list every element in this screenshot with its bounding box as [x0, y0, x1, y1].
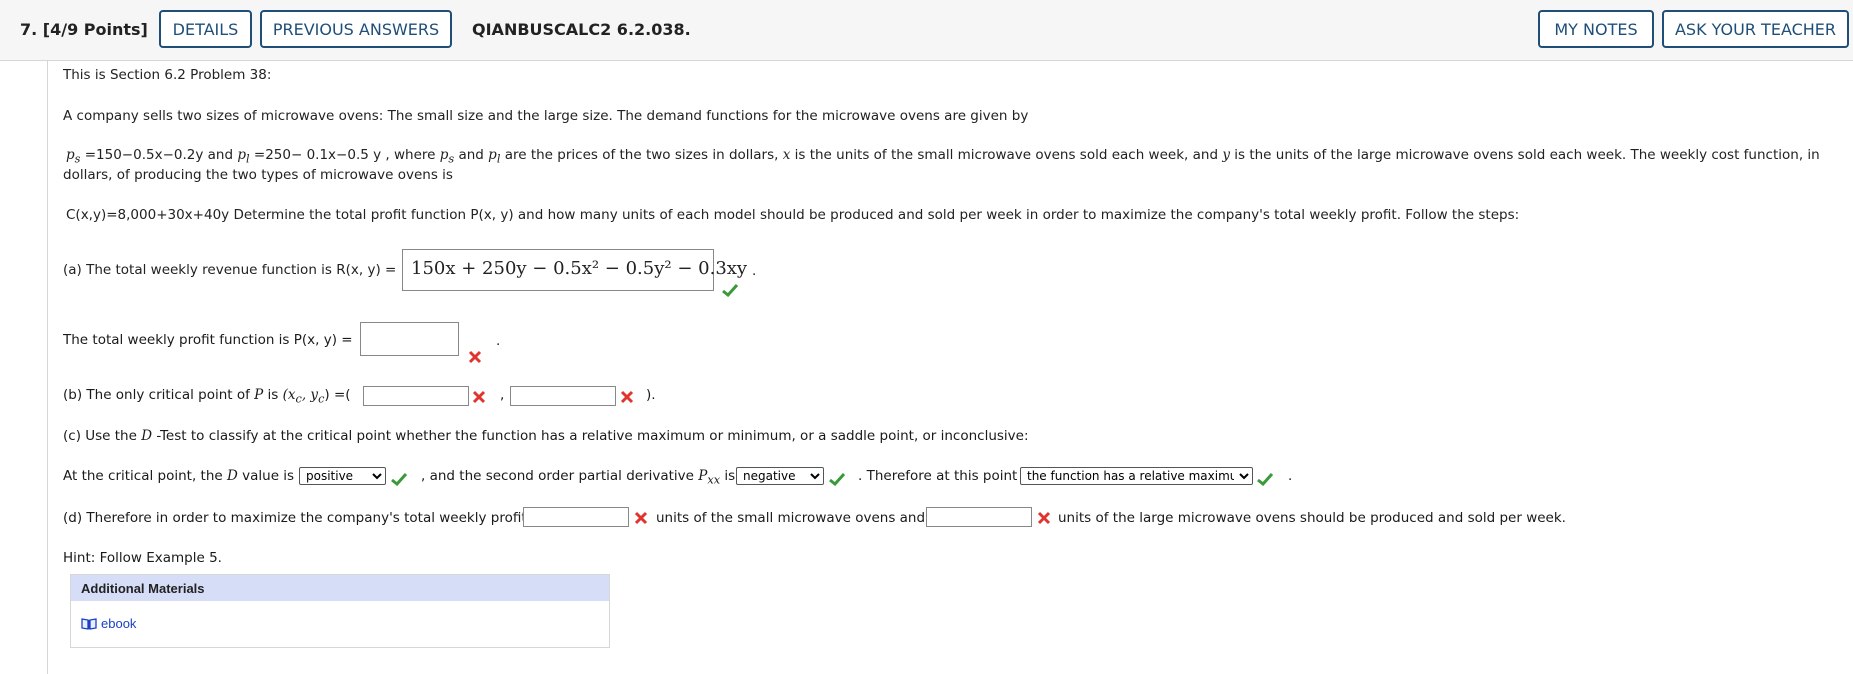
- part-a-after: .: [752, 263, 757, 279]
- prompt-text: A company sells two sizes of microwave o…: [63, 108, 1029, 124]
- correct-check-icon: [1257, 472, 1273, 486]
- part-c-d: D: [141, 428, 153, 444]
- tail3: is the units of the large microwave oven…: [1229, 147, 1820, 163]
- pl-symbol: p: [237, 147, 246, 163]
- question-header: 7. [4/9 Points] DETAILS PREVIOUS ANSWERS…: [0, 0, 1853, 61]
- part-a-label: (a) The total weekly revenue function is…: [63, 262, 396, 278]
- d-value-select[interactable]: positive: [299, 467, 386, 485]
- intro-text: This is Section 6.2 Problem 38:: [63, 67, 272, 83]
- additional-materials-title: Additional Materials: [71, 575, 609, 601]
- part-c-at: At the critical point, the D value is: [63, 468, 294, 484]
- cost-rest: and how many units of each model should …: [513, 207, 1520, 223]
- where-and: and: [454, 147, 489, 163]
- part-d-end: units of the large microwave ovens shoul…: [1058, 510, 1566, 526]
- profit-after: .: [496, 333, 501, 349]
- profit-eq: =: [337, 332, 353, 348]
- part-a-label-text: (a) The total weekly revenue function is: [63, 262, 337, 278]
- value-is: value is: [237, 468, 295, 484]
- part-b-eq: =(: [329, 387, 351, 403]
- part-b-text: (b) The only critical point of: [63, 387, 255, 403]
- profit-answer-input[interactable]: [360, 322, 459, 356]
- revenue-answer-display[interactable]: 150x + 250y − 0.5x² − 0.5y² − 0.3xy: [402, 249, 747, 291]
- part-b-label: (b) The only critical point of P is (xc,…: [63, 387, 351, 406]
- question-number-text: 7.: [20, 20, 38, 39]
- tail2: is the units of the small microwave oven…: [790, 147, 1223, 163]
- cost-expr: C(x,y)=8,000+30x+40y: [66, 207, 230, 223]
- y-var: y: [1222, 147, 1230, 163]
- question-number: 7. [4/9 Points]: [20, 20, 148, 39]
- where-pl: p: [488, 147, 497, 163]
- at-d: D: [227, 468, 238, 484]
- critical-y-input[interactable]: [510, 386, 616, 406]
- at-label: At the critical point, the: [63, 468, 227, 484]
- critical-x-input[interactable]: [363, 386, 469, 406]
- previous-answers-button[interactable]: PREVIOUS ANSWERS: [260, 10, 452, 48]
- tail1: are the prices of the two sizes in dolla…: [500, 147, 783, 163]
- part-c-text: (c) Use the: [63, 428, 142, 444]
- part-b-is: is: [263, 387, 283, 403]
- correct-check-icon: [391, 472, 407, 486]
- conclusion-select[interactable]: the function has a relative maximum: [1020, 467, 1253, 485]
- part-a-eq: =: [380, 262, 397, 278]
- correct-check-icon: [829, 472, 845, 486]
- large-units-input[interactable]: [926, 507, 1032, 527]
- profit-label: The total weekly profit function is P(x,…: [63, 332, 353, 348]
- second-order-label: , and the second order partial derivativ…: [421, 468, 699, 484]
- small-units-input[interactable]: [523, 507, 629, 527]
- cost-mid: Determine the total profit function: [229, 207, 471, 223]
- part-b-end: ).: [646, 387, 656, 403]
- demand-line2: dollars, of producing the two types of m…: [63, 167, 453, 183]
- cost-line: C(x,y)=8,000+30x+40y Determine the total…: [66, 207, 1519, 223]
- incorrect-x-icon: [468, 350, 482, 364]
- additional-materials-panel: Additional Materials ebook: [70, 574, 610, 648]
- ps-symbol: p: [66, 147, 75, 163]
- therefore-text: . Therefore at this point: [858, 468, 1018, 484]
- demand-functions: ps =150−0.5x−0.2y and pl =250− 0.1x−0.5 …: [66, 147, 1820, 166]
- details-button[interactable]: DETAILS: [159, 10, 252, 48]
- part-b-p: P: [254, 387, 264, 403]
- ask-your-teacher-button[interactable]: ASK YOUR TEACHER: [1662, 10, 1849, 48]
- part-b-sep: ,: [500, 387, 505, 403]
- part-b-xc: (x: [282, 387, 296, 403]
- left-rule: [47, 60, 48, 674]
- incorrect-x-icon: [1037, 511, 1051, 525]
- my-notes-button[interactable]: MY NOTES: [1538, 10, 1654, 48]
- points-text: [4/9 Points]: [42, 20, 148, 39]
- incorrect-x-icon: [472, 390, 486, 404]
- profit-label-text: The total weekly profit function is: [63, 332, 294, 348]
- second-order-text: , and the second order partial derivativ…: [421, 468, 735, 487]
- ps-expr: =150−0.5x−0.2y and: [80, 147, 238, 163]
- pxx-is: is: [720, 468, 736, 484]
- problem-code: QIANBUSCALC2 6.2.038.: [472, 20, 691, 39]
- incorrect-x-icon: [620, 390, 634, 404]
- pxx-select[interactable]: negative: [736, 467, 824, 485]
- p-func: P(x, y): [293, 332, 337, 348]
- correct-check-icon: [722, 283, 738, 297]
- part-d-label: (d) Therefore in order to maximize the c…: [63, 510, 531, 526]
- part-c-end: .: [1288, 468, 1293, 484]
- cost-p-func: P(x, y): [470, 207, 514, 223]
- incorrect-x-icon: [634, 511, 648, 525]
- hint-text: Hint: Follow Example 5.: [63, 550, 222, 566]
- pl-expr: =250− 0.1x−0.5 y , where: [249, 147, 440, 163]
- ebook-link[interactable]: ebook: [81, 616, 136, 631]
- part-c-rest: -Test to classify at the critical point …: [152, 428, 1029, 444]
- pxx: P: [698, 468, 708, 484]
- part-b-yc: , y: [301, 387, 319, 403]
- part-d-mid: units of the small microwave ovens and: [656, 510, 926, 526]
- r-func: R(x, y): [336, 262, 381, 278]
- pxx-sub: xx: [707, 473, 721, 487]
- ebook-label: ebook: [101, 616, 137, 631]
- part-c-label: (c) Use the D -Test to classify at the c…: [63, 428, 1029, 444]
- book-icon: [81, 618, 97, 630]
